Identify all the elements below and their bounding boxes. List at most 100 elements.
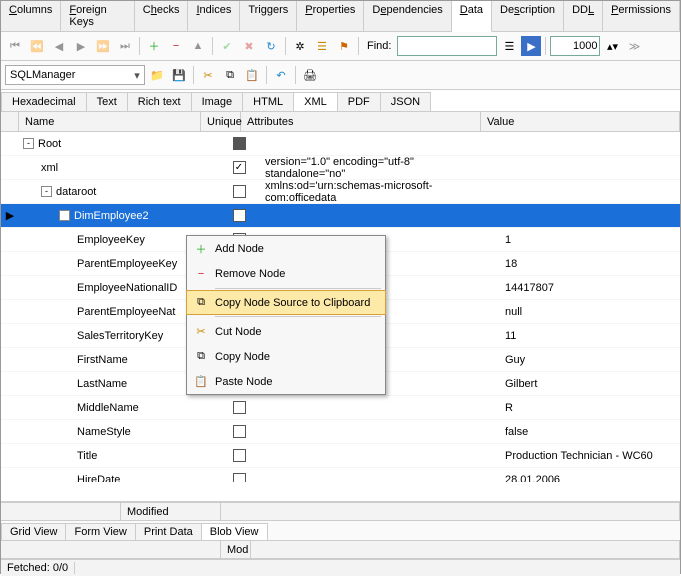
nav-prev-button[interactable]: ◀ bbox=[49, 36, 69, 56]
node-name: Title bbox=[77, 450, 97, 462]
goto-button[interactable]: ⚑ bbox=[334, 36, 354, 56]
save-file-button[interactable]: 💾 bbox=[169, 65, 189, 85]
tab-triggers[interactable]: Triggers bbox=[240, 1, 297, 31]
menu-add-node[interactable]: ＋Add Node bbox=[187, 236, 385, 261]
encoding-combo[interactable]: SQLManager ▾ bbox=[5, 65, 145, 85]
limit-spinner[interactable]: ▴▾ bbox=[602, 36, 622, 56]
subtab-pdf[interactable]: PDF bbox=[337, 92, 381, 111]
status2-mod: Mod bbox=[221, 541, 251, 558]
tree-toggle[interactable]: - bbox=[41, 186, 52, 197]
tab-grid-view[interactable]: Grid View bbox=[1, 523, 66, 540]
col-name[interactable]: Name bbox=[19, 112, 201, 131]
nav-next-page-button[interactable]: ⏩ bbox=[93, 36, 113, 56]
menu-paste-node[interactable]: 📋Paste Node bbox=[187, 369, 385, 394]
col-value[interactable]: Value bbox=[481, 112, 680, 131]
tab-form-view[interactable]: Form View bbox=[65, 523, 135, 540]
subtab-text[interactable]: Text bbox=[86, 92, 128, 111]
menu-copy-node[interactable]: ⧉Copy Node bbox=[187, 344, 385, 369]
cell-name: NameStyle bbox=[19, 424, 219, 440]
unique-checkbox[interactable] bbox=[233, 401, 246, 414]
tab-ddl[interactable]: DDL bbox=[564, 1, 603, 31]
tab-foreign-keys[interactable]: Foreign Keys bbox=[61, 1, 134, 31]
cell-value: false bbox=[499, 424, 680, 440]
undo-button[interactable]: ↶ bbox=[271, 65, 291, 85]
unique-checkbox[interactable] bbox=[233, 185, 246, 198]
unique-checkbox[interactable] bbox=[233, 425, 246, 438]
tab-permissions[interactable]: Permissions bbox=[603, 1, 680, 31]
node-name: NameStyle bbox=[77, 426, 131, 438]
table-row[interactable]: -datarootxmlns:od='urn:schemas-microsoft… bbox=[1, 180, 680, 204]
col-marker[interactable] bbox=[1, 112, 19, 131]
table-row[interactable]: TitleProduction Technician - WC60 bbox=[1, 444, 680, 468]
unique-checkbox[interactable] bbox=[233, 137, 246, 150]
fetch-more-button[interactable]: ≫ bbox=[624, 36, 644, 56]
unique-checkbox[interactable] bbox=[233, 209, 246, 222]
print-button[interactable]: 🖨 bbox=[300, 65, 320, 85]
tab-properties[interactable]: Properties bbox=[297, 1, 364, 31]
tab-dependencies[interactable]: Dependencies bbox=[364, 1, 451, 31]
status2-cell-3 bbox=[251, 541, 680, 558]
minus-icon: − bbox=[191, 268, 211, 280]
bookmark-button[interactable]: ✲ bbox=[290, 36, 310, 56]
copy-button[interactable]: ⧉ bbox=[220, 65, 240, 85]
delete-record-button[interactable]: − bbox=[166, 36, 186, 56]
nav-prev-page-button[interactable]: ⏪ bbox=[27, 36, 47, 56]
table-row[interactable]: NameStyle false bbox=[1, 420, 680, 444]
subtab-json[interactable]: JSON bbox=[380, 92, 431, 111]
table-row[interactable]: MiddleNameR bbox=[1, 396, 680, 420]
table-row[interactable]: xmlversion="1.0" encoding="utf-8" standa… bbox=[1, 156, 680, 180]
tab-description[interactable]: Description bbox=[492, 1, 564, 31]
cell-attributes bbox=[259, 478, 499, 482]
cancel-button[interactable]: ✖ bbox=[239, 36, 259, 56]
tab-blob-view[interactable]: Blob View bbox=[201, 523, 268, 540]
find-options-button[interactable]: ☰ bbox=[499, 36, 519, 56]
tab-columns[interactable]: Columns bbox=[1, 1, 61, 31]
add-record-button[interactable]: ＋ bbox=[144, 36, 164, 56]
subtab-xml[interactable]: XML bbox=[293, 92, 338, 111]
menu-cut-node[interactable]: ✂Cut Node bbox=[187, 319, 385, 344]
find-go-button[interactable]: ▶ bbox=[521, 36, 541, 56]
tab-data[interactable]: Data bbox=[452, 1, 492, 32]
node-name: EmployeeNationalID bbox=[77, 282, 177, 294]
subtab-rich[interactable]: Rich text bbox=[127, 92, 192, 111]
refresh-button[interactable]: ↻ bbox=[261, 36, 281, 56]
col-attributes[interactable]: Attributes bbox=[241, 112, 481, 131]
nav-first-button[interactable]: ⏮ bbox=[5, 36, 25, 56]
tree-toggle[interactable]: - bbox=[59, 210, 70, 221]
menu-copy-source[interactable]: ⧉Copy Node Source to Clipboard bbox=[186, 290, 386, 315]
cut-button[interactable]: ✂ bbox=[198, 65, 218, 85]
paste-button[interactable]: 📋 bbox=[242, 65, 262, 85]
table-row[interactable]: HireDate28.01.2006 bbox=[1, 468, 680, 482]
find-input[interactable] bbox=[397, 36, 497, 56]
node-name: ParentEmployeeKey bbox=[77, 258, 177, 270]
unique-checkbox[interactable] bbox=[233, 473, 246, 482]
tree-toggle[interactable]: - bbox=[23, 138, 34, 149]
unique-checkbox[interactable] bbox=[233, 449, 246, 462]
limit-input[interactable] bbox=[550, 36, 600, 56]
filter-button[interactable]: ☰ bbox=[312, 36, 332, 56]
nav-last-button[interactable]: ⏭ bbox=[115, 36, 135, 56]
cell-unique bbox=[219, 447, 259, 464]
subtab-html[interactable]: HTML bbox=[242, 92, 294, 111]
tab-checks[interactable]: Checks bbox=[135, 1, 189, 31]
edit-record-button[interactable]: ▲ bbox=[188, 36, 208, 56]
cell-unique bbox=[219, 183, 259, 200]
nav-next-button[interactable]: ▶ bbox=[71, 36, 91, 56]
commit-button[interactable]: ✔ bbox=[217, 36, 237, 56]
cell-unique bbox=[219, 471, 259, 482]
menu-remove-node[interactable]: −Remove Node bbox=[187, 261, 385, 286]
node-name: SalesTerritoryKey bbox=[77, 330, 163, 342]
table-row[interactable]: ▶-DimEmployee2 bbox=[1, 204, 680, 228]
tab-indices[interactable]: Indices bbox=[188, 1, 240, 31]
cell-value: 18 bbox=[499, 256, 680, 272]
table-row[interactable]: -Root bbox=[1, 132, 680, 156]
tab-print-data[interactable]: Print Data bbox=[135, 523, 202, 540]
xml-tree-grid: Name Unique Attributes Value -Rootxmlver… bbox=[1, 112, 680, 502]
unique-checkbox[interactable] bbox=[233, 161, 246, 174]
open-file-button[interactable]: 📁 bbox=[147, 65, 167, 85]
col-unique[interactable]: Unique bbox=[201, 112, 241, 131]
subtab-image[interactable]: Image bbox=[191, 92, 244, 111]
grid-body[interactable]: -Rootxmlversion="1.0" encoding="utf-8" s… bbox=[1, 132, 680, 482]
subtab-hex[interactable]: Hexadecimal bbox=[1, 92, 87, 111]
node-name: ParentEmployeeNat bbox=[77, 306, 175, 318]
